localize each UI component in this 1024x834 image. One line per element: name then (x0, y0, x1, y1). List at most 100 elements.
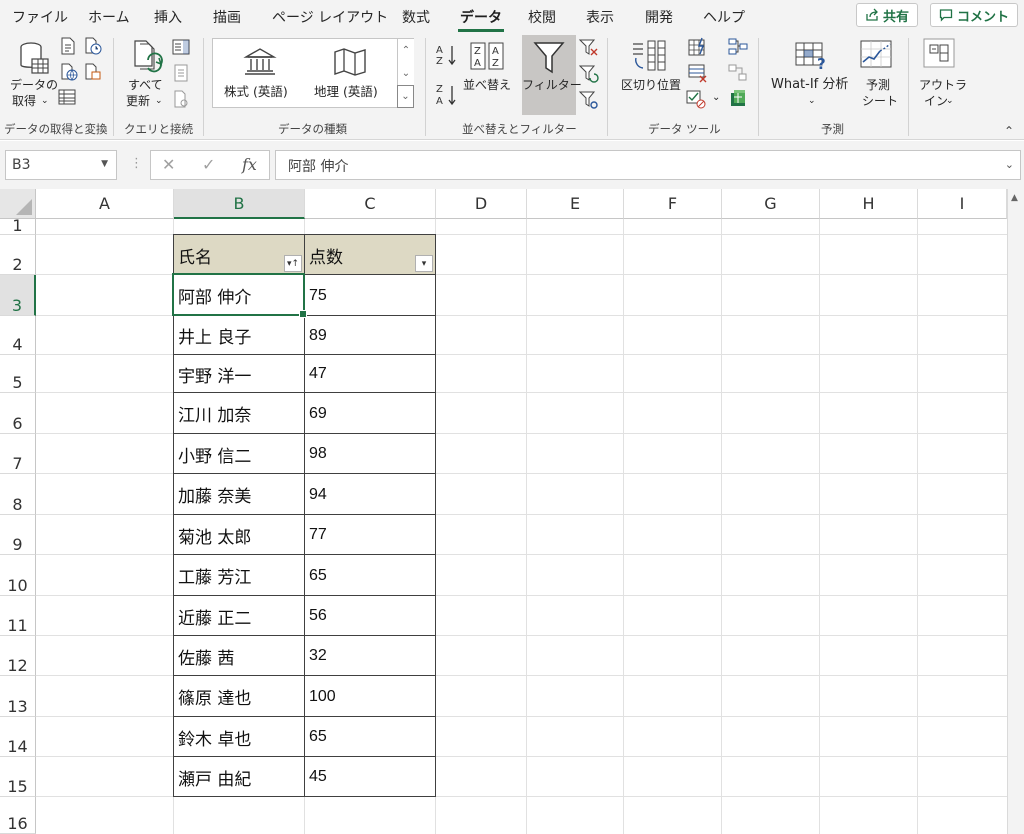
name-cell[interactable]: 菊池 太郎 (174, 515, 305, 555)
score-cell[interactable]: 77 (305, 515, 436, 555)
sort-a-to-z-icon[interactable]: A Z (436, 44, 458, 66)
column-header-h[interactable]: H (820, 189, 918, 219)
comment-button[interactable]: コメント (930, 3, 1019, 27)
score-cell[interactable]: 47 (305, 355, 436, 393)
existing-connections-icon[interactable] (84, 63, 102, 81)
tab-developer[interactable]: 開発 (645, 7, 673, 27)
vertical-scrollbar[interactable]: ▲ (1007, 189, 1024, 834)
column-header-c[interactable]: C (305, 189, 436, 219)
score-cell[interactable]: 56 (305, 596, 436, 636)
chevron-down-icon[interactable]: ▼ (101, 159, 108, 169)
recent-sources-icon[interactable] (84, 37, 102, 55)
row-header-8[interactable]: 8 (0, 474, 36, 515)
row-header-5[interactable]: 5 (0, 355, 36, 393)
data-validation-icon[interactable] (686, 89, 708, 109)
queries-connections-icon[interactable] (172, 38, 190, 56)
name-cell[interactable]: 佐藤 茜 (174, 636, 305, 676)
score-cell[interactable]: 94 (305, 474, 436, 515)
name-cell[interactable]: 工藤 芳江 (174, 555, 305, 596)
tab-view[interactable]: 表示 (586, 7, 614, 27)
tab-insert[interactable]: 挿入 (154, 7, 182, 27)
score-cell[interactable]: 65 (305, 555, 436, 596)
row-header-14[interactable]: 14 (0, 717, 36, 757)
formula-input[interactable]: 阿部 伸介 ⌄ (275, 150, 1021, 180)
advanced-filter-icon[interactable] (579, 90, 599, 110)
consolidate-icon[interactable] (728, 37, 748, 57)
column-header-g[interactable]: G (722, 189, 820, 219)
row-header-6[interactable]: 6 (0, 393, 36, 434)
from-table-icon[interactable] (58, 88, 76, 106)
name-cell[interactable]: 宇野 洋一 (174, 355, 305, 393)
score-cell[interactable]: 69 (305, 393, 436, 434)
scroll-up-icon[interactable]: ▲ (1011, 193, 1018, 203)
row-header-9[interactable]: 9 (0, 515, 36, 555)
name-cell[interactable]: 瀬戸 由紀 (174, 757, 305, 797)
filter-button[interactable]: フィルター (522, 35, 582, 115)
score-cell[interactable]: 89 (305, 316, 436, 355)
name-cell[interactable]: 江川 加奈 (174, 393, 305, 434)
enter-check-icon[interactable]: ✓ (202, 155, 215, 174)
score-cell[interactable]: 45 (305, 757, 436, 797)
chevron-down-icon[interactable]: ⌄ (712, 90, 720, 106)
select-all-button[interactable] (0, 189, 36, 219)
gallery-up-button[interactable]: ⌃ (397, 39, 414, 62)
share-button[interactable]: 共有 (856, 3, 919, 27)
row-header-7[interactable]: 7 (0, 434, 36, 474)
column-header-f[interactable]: F (624, 189, 722, 219)
expand-formula-bar-icon[interactable]: ⌄ (1005, 158, 1014, 171)
score-cell[interactable]: 32 (305, 636, 436, 676)
from-text-icon[interactable] (60, 37, 76, 55)
name-cell[interactable]: 近藤 正二 (174, 596, 305, 636)
row-header-2[interactable]: 2 (0, 235, 36, 275)
column-header-a[interactable]: A (36, 189, 174, 219)
score-cell[interactable]: 65 (305, 717, 436, 757)
row-header-4[interactable]: 4 (0, 316, 36, 355)
column-header-e[interactable]: E (527, 189, 624, 219)
name-cell[interactable]: 加藤 奈美 (174, 474, 305, 515)
row-header-13[interactable]: 13 (0, 676, 36, 717)
properties-icon[interactable] (172, 64, 190, 82)
data-model-icon[interactable] (728, 89, 748, 109)
remove-duplicates-icon[interactable] (688, 63, 708, 83)
gallery-down-button[interactable]: ⌄ (397, 62, 414, 85)
row-header-15[interactable]: 15 (0, 757, 36, 797)
name-box[interactable]: B3 ▼ (5, 150, 117, 180)
tab-home[interactable]: ホーム (88, 7, 130, 27)
name-cell[interactable]: 小野 信二 (174, 434, 305, 474)
from-web-icon[interactable] (60, 63, 78, 81)
row-header-1[interactable]: 1 (0, 218, 36, 235)
score-cell[interactable]: 100 (305, 676, 436, 717)
tab-review[interactable]: 校閲 (528, 7, 556, 27)
flash-fill-icon[interactable] (688, 37, 708, 57)
column-header-d[interactable]: D (436, 189, 527, 219)
row-header-12[interactable]: 12 (0, 636, 36, 676)
name-cell[interactable]: 井上 良子 (174, 316, 305, 355)
worksheet-grid[interactable]: A B C D E F G H I 1 2 3 4 5 6 7 8 9 10 11 12 13 14 15 16 氏名 ▾↑ 点数 ▾ 阿… (0, 189, 1024, 834)
sort-z-to-a-icon[interactable]: Z A (436, 83, 458, 107)
row-header-3[interactable]: 3 (0, 275, 36, 316)
cancel-icon[interactable]: ✕ (162, 155, 175, 174)
formula-bar-handle-icon[interactable]: ⋮ (130, 156, 143, 171)
row-header-10[interactable]: 10 (0, 555, 36, 596)
clear-filter-icon[interactable] (579, 38, 599, 58)
tab-page-layout[interactable]: ページ レイアウト (272, 7, 388, 27)
column-header-i[interactable]: I (918, 189, 1007, 219)
tab-help[interactable]: ヘルプ (703, 7, 745, 27)
sort-filter-dropdown-icon[interactable]: ▾↑ (284, 255, 302, 272)
row-header-16[interactable]: 16 (0, 797, 36, 834)
score-cell[interactable]: 98 (305, 434, 436, 474)
gallery-more-button[interactable]: ⌄ (397, 85, 414, 108)
edit-links-icon[interactable] (172, 90, 190, 108)
name-cell[interactable]: 篠原 達也 (174, 676, 305, 717)
column-header-b[interactable]: B (174, 189, 305, 219)
row-header-11[interactable]: 11 (0, 596, 36, 636)
insert-function-icon[interactable]: fx (242, 155, 257, 174)
score-cell[interactable]: 75 (305, 275, 436, 316)
tab-data[interactable]: データ (458, 7, 504, 32)
tab-formulas[interactable]: 数式 (402, 7, 430, 27)
collapse-ribbon-icon[interactable]: ⌃ (1004, 124, 1014, 138)
tab-draw[interactable]: 描画 (213, 7, 241, 27)
relationships-icon[interactable] (728, 63, 748, 83)
filter-dropdown-icon[interactable]: ▾ (415, 255, 433, 272)
tab-file[interactable]: ファイル (12, 7, 68, 27)
